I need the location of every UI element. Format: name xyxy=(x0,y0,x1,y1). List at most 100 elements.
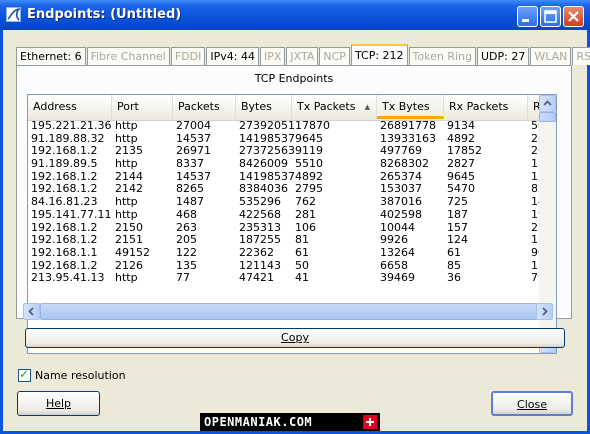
table-row[interactable]: 192.168.1.2215026323531310610044157225 xyxy=(28,221,556,235)
name-resolution-checkbox[interactable] xyxy=(18,367,31,382)
sort-arrow-icon: ▲ xyxy=(364,103,370,111)
table-row[interactable]: 195.141.77.11http46842256828140259818719… xyxy=(28,207,556,222)
table-cell: 387016 xyxy=(380,195,422,209)
window-title: Endpoints: (Untitled) xyxy=(27,7,182,22)
column-header-tx-packets-label: Tx Packets xyxy=(297,100,356,113)
tab-udp[interactable]: UDP: 27 xyxy=(476,47,530,65)
column-header-packets[interactable]: Packets xyxy=(173,95,236,119)
table-cell: 49152 xyxy=(115,245,150,259)
table-cell: 91.189.89.5 xyxy=(31,157,98,171)
minimize-button[interactable] xyxy=(517,6,538,27)
scroll-right-button[interactable] xyxy=(536,303,553,320)
column-header-port[interactable]: Port xyxy=(112,95,173,119)
table-cell: http xyxy=(115,207,138,221)
table-cell: 535296 xyxy=(239,195,281,209)
table-cell: 205 xyxy=(176,233,197,247)
watermark-text: OPENMANIAK.COM xyxy=(204,415,313,429)
panel-title: TCP Endpoints xyxy=(254,72,334,85)
tab-ipv4[interactable]: IPv4: 44 xyxy=(206,47,259,65)
table-cell: 8337 xyxy=(176,157,204,171)
tab-wlan: WLAN xyxy=(530,47,572,65)
close-window-button[interactable] xyxy=(563,6,584,27)
table-row[interactable]: 192.168.1.2 2142 8265 8384036 2795 153037 5470… xyxy=(28,183,556,196)
table-cell: 122 xyxy=(176,245,197,259)
column-header-tx-bytes[interactable]: Tx Bytes xyxy=(377,95,444,119)
table-cell: http xyxy=(115,157,138,171)
copy-button[interactable]: Copy xyxy=(25,328,565,348)
title-bar[interactable]: Endpoints: (Untitled) xyxy=(0,0,590,30)
column-header-address[interactable]: Address xyxy=(28,95,112,119)
scroll-left-button[interactable] xyxy=(23,303,40,320)
scroll-up-button[interactable] xyxy=(539,95,556,112)
table-cell: 2151 xyxy=(115,233,143,247)
table-body: 195.221.21.36 http 27004 27392051 17870 26891… xyxy=(28,119,556,285)
tab-tcp[interactable]: TCP: 212 xyxy=(350,44,408,65)
horizontal-scrollbar[interactable] xyxy=(23,303,553,320)
table-cell: 195.141.77.11 xyxy=(31,207,112,221)
table-cell: 61 xyxy=(295,245,309,259)
table-cell: 81 xyxy=(295,233,309,247)
table-cell: 195.221.21.36 xyxy=(31,119,112,132)
table-cell: 41 xyxy=(295,271,309,285)
table-cell: 2827 xyxy=(447,157,475,171)
column-header-tx-packets[interactable]: Tx Packets ▲ xyxy=(292,95,377,119)
tab-ethernet[interactable]: Ethernet: 6 xyxy=(16,47,86,65)
table-cell: 187 xyxy=(447,207,468,221)
table-cell: http xyxy=(115,119,138,132)
minimize-icon xyxy=(522,19,529,22)
table-row[interactable]: 192.168.1.2 2144 14537 14198537 4892 265374 96… xyxy=(28,170,556,184)
table-cell: 27004 xyxy=(176,119,211,132)
table-cell: 47421 xyxy=(239,271,274,285)
table-cell: 27392051 xyxy=(239,119,295,132)
name-resolution-option[interactable]: Name resolution xyxy=(18,367,126,382)
table-cell: 22362 xyxy=(239,245,274,259)
table-cell: 422568 xyxy=(239,207,281,221)
table-cell: 36 xyxy=(447,271,461,285)
table-row[interactable]: 213.95.41.13http7747421413946936795 xyxy=(28,271,556,285)
table-cell: 5510 xyxy=(295,157,323,171)
tab-fibre-channel: Fibre Channel xyxy=(86,47,170,65)
table-row[interactable]: 91.189.89.5 http 8337 8426009 5510 8268302 282… xyxy=(28,157,556,171)
vertical-scroll-thumb[interactable] xyxy=(539,112,556,122)
tab-fddi: FDDI xyxy=(170,47,206,65)
scroll-up-icon xyxy=(543,100,552,106)
table-cell: 84.16.81.23 xyxy=(31,195,98,209)
table-cell: 281 xyxy=(295,207,316,221)
table-row[interactable]: 195.221.21.36 http 27004 27392051 17870 26891… xyxy=(28,119,556,133)
close-icon xyxy=(568,11,579,22)
name-resolution-label: Name resolution xyxy=(35,368,126,382)
tab-jxta: JXTA xyxy=(286,47,319,65)
table-cell: 468 xyxy=(176,207,197,221)
column-header-rx-packets[interactable]: Rx Packets xyxy=(444,95,528,119)
swiss-flag-icon xyxy=(363,415,377,429)
table-row[interactable]: 84.16.81.23http1487535296762387016725148 xyxy=(28,195,556,209)
openmaniak-watermark: OPENMANIAK.COM xyxy=(200,413,380,431)
table-cell: 725 xyxy=(447,195,468,209)
table-row[interactable]: 192.168.1.2 2135 26971 27372563 9119 497769 17… xyxy=(28,145,556,158)
table-cell: 192.168.1.1 xyxy=(31,245,98,259)
table-cell: 192.168.1.2 xyxy=(31,233,98,247)
help-button[interactable]: Help xyxy=(17,391,100,416)
table-cell: http xyxy=(115,271,138,285)
maximize-button[interactable] xyxy=(540,6,561,27)
protocol-tab-strip: Ethernet: 6 Fibre Channel FDDI IPv4: 44 IPX J… xyxy=(16,44,590,66)
column-header-bytes[interactable]: Bytes xyxy=(236,95,292,119)
close-button[interactable]: Close xyxy=(491,391,573,416)
horizontal-scroll-thumb[interactable] xyxy=(40,303,538,320)
table-cell: 61 xyxy=(447,245,461,259)
table-row[interactable]: 192.168.1.2212613512114350665885114 xyxy=(28,259,556,273)
table-cell: http xyxy=(115,195,138,209)
copy-button-label: Copy xyxy=(281,331,309,344)
table-cell: 8426009 xyxy=(239,157,288,171)
table-row[interactable]: 192.168.1.22151205187255819926124177 xyxy=(28,233,556,247)
table-cell: 9926 xyxy=(380,233,408,247)
table-cell: 762 xyxy=(295,195,316,209)
table-cell: 39469 xyxy=(380,271,415,285)
table-cell: 26891778 xyxy=(380,119,436,132)
table-cell: 9134 xyxy=(447,119,475,132)
tab-ipx: IPX xyxy=(259,47,286,65)
table-row[interactable]: 192.168.1.14915212222362611326461909 xyxy=(28,245,556,260)
maximize-icon xyxy=(544,10,557,23)
tcp-tab-panel: TCP Endpoints Address Port Packets Bytes… xyxy=(16,65,572,354)
wireshark-app-icon xyxy=(6,7,21,22)
